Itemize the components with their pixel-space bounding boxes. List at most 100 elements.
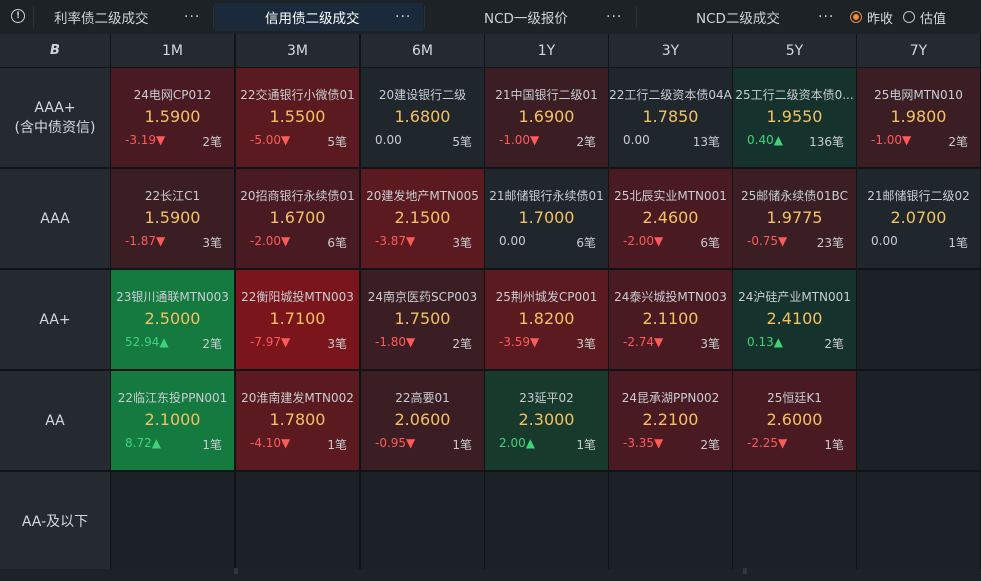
bond-yield: 1.5900: [144, 107, 201, 126]
bond-cell[interactable]: 24电网CP012 1.5900 -3.19▼ 2笔: [111, 68, 234, 167]
bond-cell[interactable]: 21中国银行二级01 1.6900 -1.00▼ 2笔: [485, 68, 608, 167]
bond-change: 0.00: [375, 133, 402, 147]
trade-count: 1笔: [202, 438, 222, 452]
bond-cell[interactable]: 21邮储银行二级02 2.0700 0.00 1笔: [857, 169, 980, 268]
bond-yield: 2.0600: [394, 410, 451, 429]
bond-cell[interactable]: 24沪硅产业MTN001 2.4100 0.13▲ 2笔: [733, 270, 856, 369]
bond-change: -7.97▼: [250, 335, 291, 349]
bond-change: -1.00▼: [871, 133, 912, 147]
bond-cell[interactable]: 23银川通联MTN003 2.5000 52.94▲ 2笔: [111, 270, 234, 369]
bond-name: 25荆州城发CP001: [495, 290, 598, 304]
trade-count: 2笔: [452, 337, 472, 351]
tab-label: NCD一级报价: [484, 11, 568, 27]
trade-count: 6笔: [327, 236, 347, 250]
more-icon[interactable]: ···: [395, 9, 411, 25]
tab-rates-secondary[interactable]: 利率债二级成交 ···: [34, 3, 212, 31]
bond-name: 22衡阳城投MTN003: [241, 290, 354, 304]
bond-cell[interactable]: 25恒廷K1 2.6000 -2.25▼ 1笔: [733, 371, 856, 470]
trade-count: 1笔: [576, 438, 596, 452]
row-header: AAA+ (含中债资信): [0, 68, 110, 167]
trade-count: 2笔: [202, 337, 222, 351]
trade-count: 3笔: [576, 337, 596, 351]
tab-ncd-secondary[interactable]: NCD二级成交 ···: [637, 3, 840, 31]
bond-cell[interactable]: 22临江东投PPN001 2.1000 8.72▲ 1笔: [111, 371, 234, 470]
row-header: AAA: [0, 169, 110, 268]
bond-cell[interactable]: 22长江C1 1.5900 -1.87▼ 3笔: [111, 169, 234, 268]
radio-valuation[interactable]: 估值: [903, 8, 946, 27]
bond-cell[interactable]: 20建发地产MTN005 2.1500 -3.87▼ 3笔: [361, 169, 484, 268]
trade-count: 1笔: [452, 438, 472, 452]
bond-cell[interactable]: 25工行二级资本债0... 1.9550 0.40▲ 136笔: [733, 68, 856, 167]
bond-yield: 2.1100: [642, 309, 699, 328]
bond-change: 0.13▲: [747, 335, 783, 349]
bond-cell[interactable]: 20招商银行永续债01 1.6700 -2.00▼ 6笔: [236, 169, 359, 268]
bond-yield: 2.4600: [642, 208, 699, 227]
empty-cell: [609, 472, 732, 571]
bond-cell[interactable]: 22高要01 2.0600 -0.95▼ 1笔: [361, 371, 484, 470]
bond-change: 0.40▲: [747, 133, 783, 147]
bond-change: -3.19▼: [125, 133, 166, 147]
bond-name: 22临江东投PPN001: [117, 391, 228, 405]
bond-yield: 1.9800: [890, 107, 947, 126]
bond-cell[interactable]: 22衡阳城投MTN003 1.7100 -7.97▼ 3笔: [236, 270, 359, 369]
bond-cell[interactable]: 25邮储永续债01BC 1.9775 -0.75▼ 23笔: [733, 169, 856, 268]
bond-cell[interactable]: 20淮南建发MTN002 1.7800 -4.10▼ 1笔: [236, 371, 359, 470]
more-icon[interactable]: ···: [606, 9, 622, 25]
radio-label: 昨收: [867, 11, 894, 27]
bond-change: -2.74▼: [623, 335, 664, 349]
more-icon[interactable]: ···: [818, 9, 834, 25]
bond-cell[interactable]: 25电网MTN010 1.9800 -1.00▼ 2笔: [857, 68, 980, 167]
column-header: 3Y: [609, 34, 732, 67]
bond-yield: 1.6900: [518, 107, 575, 126]
trade-count: 2笔: [824, 337, 844, 351]
column-header: 7Y: [857, 34, 980, 67]
bond-cell[interactable]: 20建设银行二级 1.6800 0.00 5笔: [361, 68, 484, 167]
more-icon[interactable]: ···: [184, 9, 200, 25]
column-header: 5Y: [733, 34, 856, 67]
brand-icon: B: [50, 43, 60, 58]
bond-cell[interactable]: 23延平02 2.3000 2.00▲ 1笔: [485, 371, 608, 470]
bond-change: 0.00: [871, 234, 898, 248]
bond-cell[interactable]: 24昆承湖PPN002 2.2100 -3.35▼ 2笔: [609, 371, 732, 470]
bond-name: 20建设银行二级: [378, 88, 467, 102]
bond-change: -4.10▼: [250, 436, 291, 450]
bond-change: 0.00: [499, 234, 526, 248]
column-header: 6M: [361, 34, 484, 67]
trade-count: 2笔: [948, 135, 968, 149]
trade-count: 1笔: [824, 438, 844, 452]
tab-label: NCD二级成交: [696, 11, 780, 27]
bond-cell[interactable]: 24南京医药SCP003 1.7500 -1.80▼ 2笔: [361, 270, 484, 369]
resize-grip-icon[interactable]: ⠿: [739, 569, 751, 576]
bond-name: 21中国银行二级01: [495, 88, 598, 102]
tab-separator: [213, 6, 214, 28]
tab-credit-secondary[interactable]: 信用债二级成交 ···: [215, 3, 423, 31]
bond-name: 22工行二级资本债04A: [609, 88, 732, 102]
bond-cell[interactable]: 22交通银行小微债01 1.5500 -5.00▼ 5笔: [236, 68, 359, 167]
bond-yield: 1.8200: [518, 309, 575, 328]
bond-change: 8.72▲: [125, 436, 161, 450]
bond-yield: 2.1000: [144, 410, 201, 429]
trade-count: 3笔: [202, 236, 222, 250]
bond-yield: 1.7100: [269, 309, 326, 328]
resize-grip-icon[interactable]: ⠿: [230, 569, 242, 576]
bond-cell[interactable]: 21邮储银行永续债01 1.7000 0.00 6笔: [485, 169, 608, 268]
radio-prev-close[interactable]: 昨收: [850, 8, 893, 27]
price-basis-radio-group: 昨收 估值: [850, 3, 956, 31]
empty-cell: [857, 270, 980, 369]
bond-name: 24南京医药SCP003: [367, 290, 478, 304]
bond-cell[interactable]: 24泰兴城投MTN003 2.1100 -2.74▼ 3笔: [609, 270, 732, 369]
tab-ncd-primary[interactable]: NCD一级报价 ···: [425, 3, 635, 31]
column-header: 3M: [236, 34, 359, 67]
bond-yield: 1.6800: [394, 107, 451, 126]
rating-label: AA: [45, 412, 65, 429]
row-header: AA+: [0, 270, 110, 369]
bond-name: 24沪硅产业MTN001: [738, 290, 851, 304]
bond-yield: 1.7000: [518, 208, 575, 227]
bond-cell[interactable]: 22工行二级资本债04A 1.7850 0.00 13笔: [609, 68, 732, 167]
info-icon[interactable]: !: [11, 9, 25, 23]
bond-cell[interactable]: 25荆州城发CP001 1.8200 -3.59▼ 3笔: [485, 270, 608, 369]
bond-change: -0.95▼: [375, 436, 416, 450]
bond-cell[interactable]: 25北辰实业MTN001 2.4600 -2.00▼ 6笔: [609, 169, 732, 268]
trade-count: 136笔: [809, 135, 844, 149]
trade-count: 6笔: [700, 236, 720, 250]
